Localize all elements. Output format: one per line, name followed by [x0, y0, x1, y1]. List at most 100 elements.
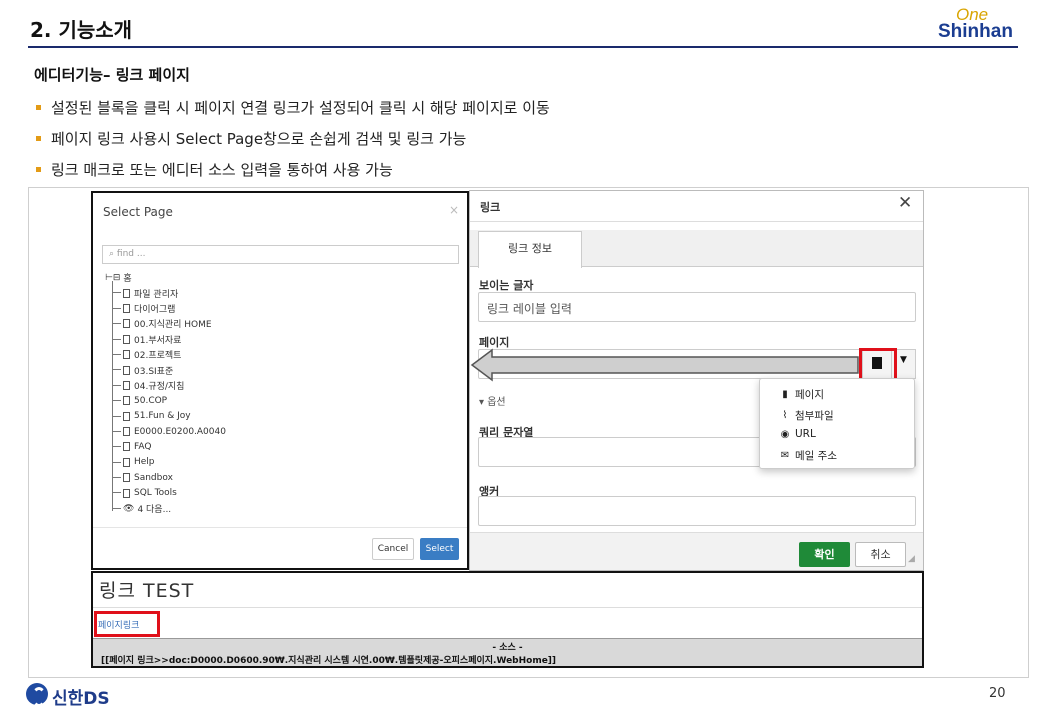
tree-item[interactable]: 02.프로젝트 [105, 347, 226, 362]
bullet-item: 페이지 링크 사용시 Select Page창으로 손쉽게 검색 및 링크 가능 [36, 128, 466, 149]
tree-item-label: E0000.E0200.A0040 [134, 426, 226, 437]
page-icon [123, 411, 130, 421]
result-preview: 링크 TEST 페이지링크 - 소스 - [[페이지 링크>>doc:D0000… [91, 571, 924, 668]
tree-more-label: 4 다음... [137, 505, 172, 516]
tree-item-label: FAQ [134, 441, 152, 452]
select-page-dialog: Select Page × ⌕ find ... ⊢⊟ 홈 파일 관리자 다이어… [91, 191, 469, 570]
page-icon [123, 380, 130, 390]
tree-item[interactable]: E0000.E0200.A0040 [105, 424, 226, 439]
page-icon [123, 396, 130, 406]
page-icon [123, 319, 130, 329]
page-icon [123, 303, 130, 313]
anchor-input[interactable] [478, 496, 916, 526]
tree-item-label: SQL Tools [134, 488, 177, 499]
page-icon [123, 473, 130, 483]
source-code: [[페이지 링크>>doc:D0000.D0600.90₩.지식관리 시스템 시… [101, 656, 557, 666]
tree-item-label: Help [134, 457, 155, 468]
page-icon [123, 350, 130, 360]
tree-item[interactable]: 다이어그램 [105, 301, 226, 316]
menu-item-url[interactable]: ◉ URL [779, 428, 816, 440]
menu-item-label: 메일 주소 [795, 450, 837, 462]
close-icon[interactable]: × [449, 203, 459, 217]
bullet-item: 링크 매크로 또는 에디터 소스 입력을 통하여 사용 가능 [36, 159, 393, 180]
tree-item[interactable]: SQL Tools [105, 485, 226, 500]
tree-item-label: 50.COP [134, 395, 168, 406]
title-divider [28, 46, 1018, 48]
footer-logo: 신한DS [52, 689, 110, 709]
link-dialog-title: 링크 [480, 201, 501, 214]
link-type-menu: ▮ 페이지 ⌇ 첨부파일 ◉ URL ✉ 메일 주소 [759, 378, 915, 469]
tree-item[interactable]: 50.COP [105, 393, 226, 408]
menu-item-email[interactable]: ✉ 메일 주소 [779, 448, 837, 463]
select-button[interactable]: Select [420, 538, 459, 560]
options-label: 옵션 [487, 397, 506, 408]
result-divider [93, 607, 922, 608]
find-placeholder: find ... [116, 249, 146, 259]
arrow-left-icon [470, 348, 859, 382]
bullet-icon [36, 136, 41, 141]
tree-item[interactable]: 01.부서자료 [105, 332, 226, 347]
section-heading: 에디터기능– 링크 페이지 [34, 66, 190, 84]
page-icon [123, 365, 130, 375]
tree-item-label: 00.지식관리 HOME [134, 320, 212, 331]
close-icon[interactable]: ✕ [898, 193, 912, 213]
visible-text-label: 보이는 글자 [479, 279, 534, 292]
tree-item-label: 04.규정/지침 [134, 381, 185, 392]
menu-item-label: 페이지 [795, 389, 824, 401]
cancel-button[interactable]: 취소 [855, 542, 906, 567]
slide-title: 2. 기능소개 [30, 18, 133, 42]
tree-item-more[interactable]: 👁 4 다음... [105, 501, 226, 516]
tree-item-label: 파일 관리자 [134, 289, 179, 300]
tree-item-label: 51.Fun & Joy [134, 411, 191, 422]
options-toggle[interactable]: ▾ 옵션 [479, 393, 506, 408]
menu-item-attachment[interactable]: ⌇ 첨부파일 [779, 408, 834, 423]
tree-item[interactable]: Help [105, 455, 226, 470]
find-input[interactable]: ⌕ find ... [102, 245, 459, 264]
source-label: - 소스 - [492, 643, 523, 653]
brand-logo-shinhan: Shinhan [938, 21, 1013, 42]
search-icon: ⌕ [109, 249, 115, 259]
bullet-item: 설정된 블록을 클릭 시 페이지 연결 링크가 설정되어 클릭 시 해당 페이지… [36, 97, 550, 118]
bullet-text: 설정된 블록을 클릭 시 페이지 연결 링크가 설정되어 클릭 시 해당 페이지… [51, 99, 550, 117]
page-icon [123, 427, 130, 437]
page-icon [123, 457, 130, 467]
bullet-icon [36, 167, 41, 172]
result-title: 링크 TEST [99, 580, 195, 602]
eye-icon: 👁 [123, 503, 135, 514]
tree-item-label: 03.SI표준 [134, 366, 174, 377]
dialog-divider [93, 527, 467, 528]
tree-item[interactable]: 00.지식관리 HOME [105, 316, 226, 331]
tree-item[interactable]: FAQ [105, 439, 226, 454]
tree-item-label: 다이어그램 [134, 304, 176, 315]
page-icon [123, 334, 130, 344]
cancel-button[interactable]: Cancel [372, 538, 414, 560]
ok-button[interactable]: 확인 [799, 542, 850, 567]
select-page-title: Select Page [103, 205, 173, 219]
highlight-box [94, 611, 160, 637]
visible-text-input[interactable]: 링크 레이블 입력 [478, 292, 916, 322]
resize-handle-icon[interactable]: ◢ [908, 554, 915, 564]
caret-down-icon: ▾ [479, 397, 488, 408]
globe-icon: ◉ [780, 428, 790, 440]
tab-link-info[interactable]: 링크 정보 [478, 231, 582, 268]
bullet-icon [36, 105, 41, 110]
page-number: 20 [989, 686, 1006, 701]
menu-item-label: URL [795, 428, 816, 440]
tree-item[interactable]: 51.Fun & Joy [105, 409, 226, 424]
menu-item-page[interactable]: ▮ 페이지 [779, 387, 824, 402]
tree-root[interactable]: ⊢⊟ 홈 [105, 270, 226, 285]
shinhan-logo-icon [26, 683, 48, 707]
page-icon [123, 442, 130, 452]
page-tree: ⊢⊟ 홈 파일 관리자 다이어그램 00.지식관리 HOME 01.부서자료 0… [105, 270, 226, 516]
tree-root-label: 홈 [123, 274, 132, 285]
tree-item[interactable]: 04.규정/지침 [105, 378, 226, 393]
dialog-divider [470, 221, 923, 222]
envelope-icon: ✉ [780, 450, 790, 461]
menu-item-label: 첨부파일 [795, 410, 834, 422]
tree-item[interactable]: 파일 관리자 [105, 285, 226, 300]
tree-item[interactable]: Sandbox [105, 470, 226, 485]
tree-item-label: Sandbox [134, 472, 173, 483]
bullet-text: 페이지 링크 사용시 Select Page창으로 손쉽게 검색 및 링크 가능 [51, 130, 467, 148]
tree-item[interactable]: 03.SI표준 [105, 362, 226, 377]
tree-item-label: 02.프로젝트 [134, 351, 182, 362]
